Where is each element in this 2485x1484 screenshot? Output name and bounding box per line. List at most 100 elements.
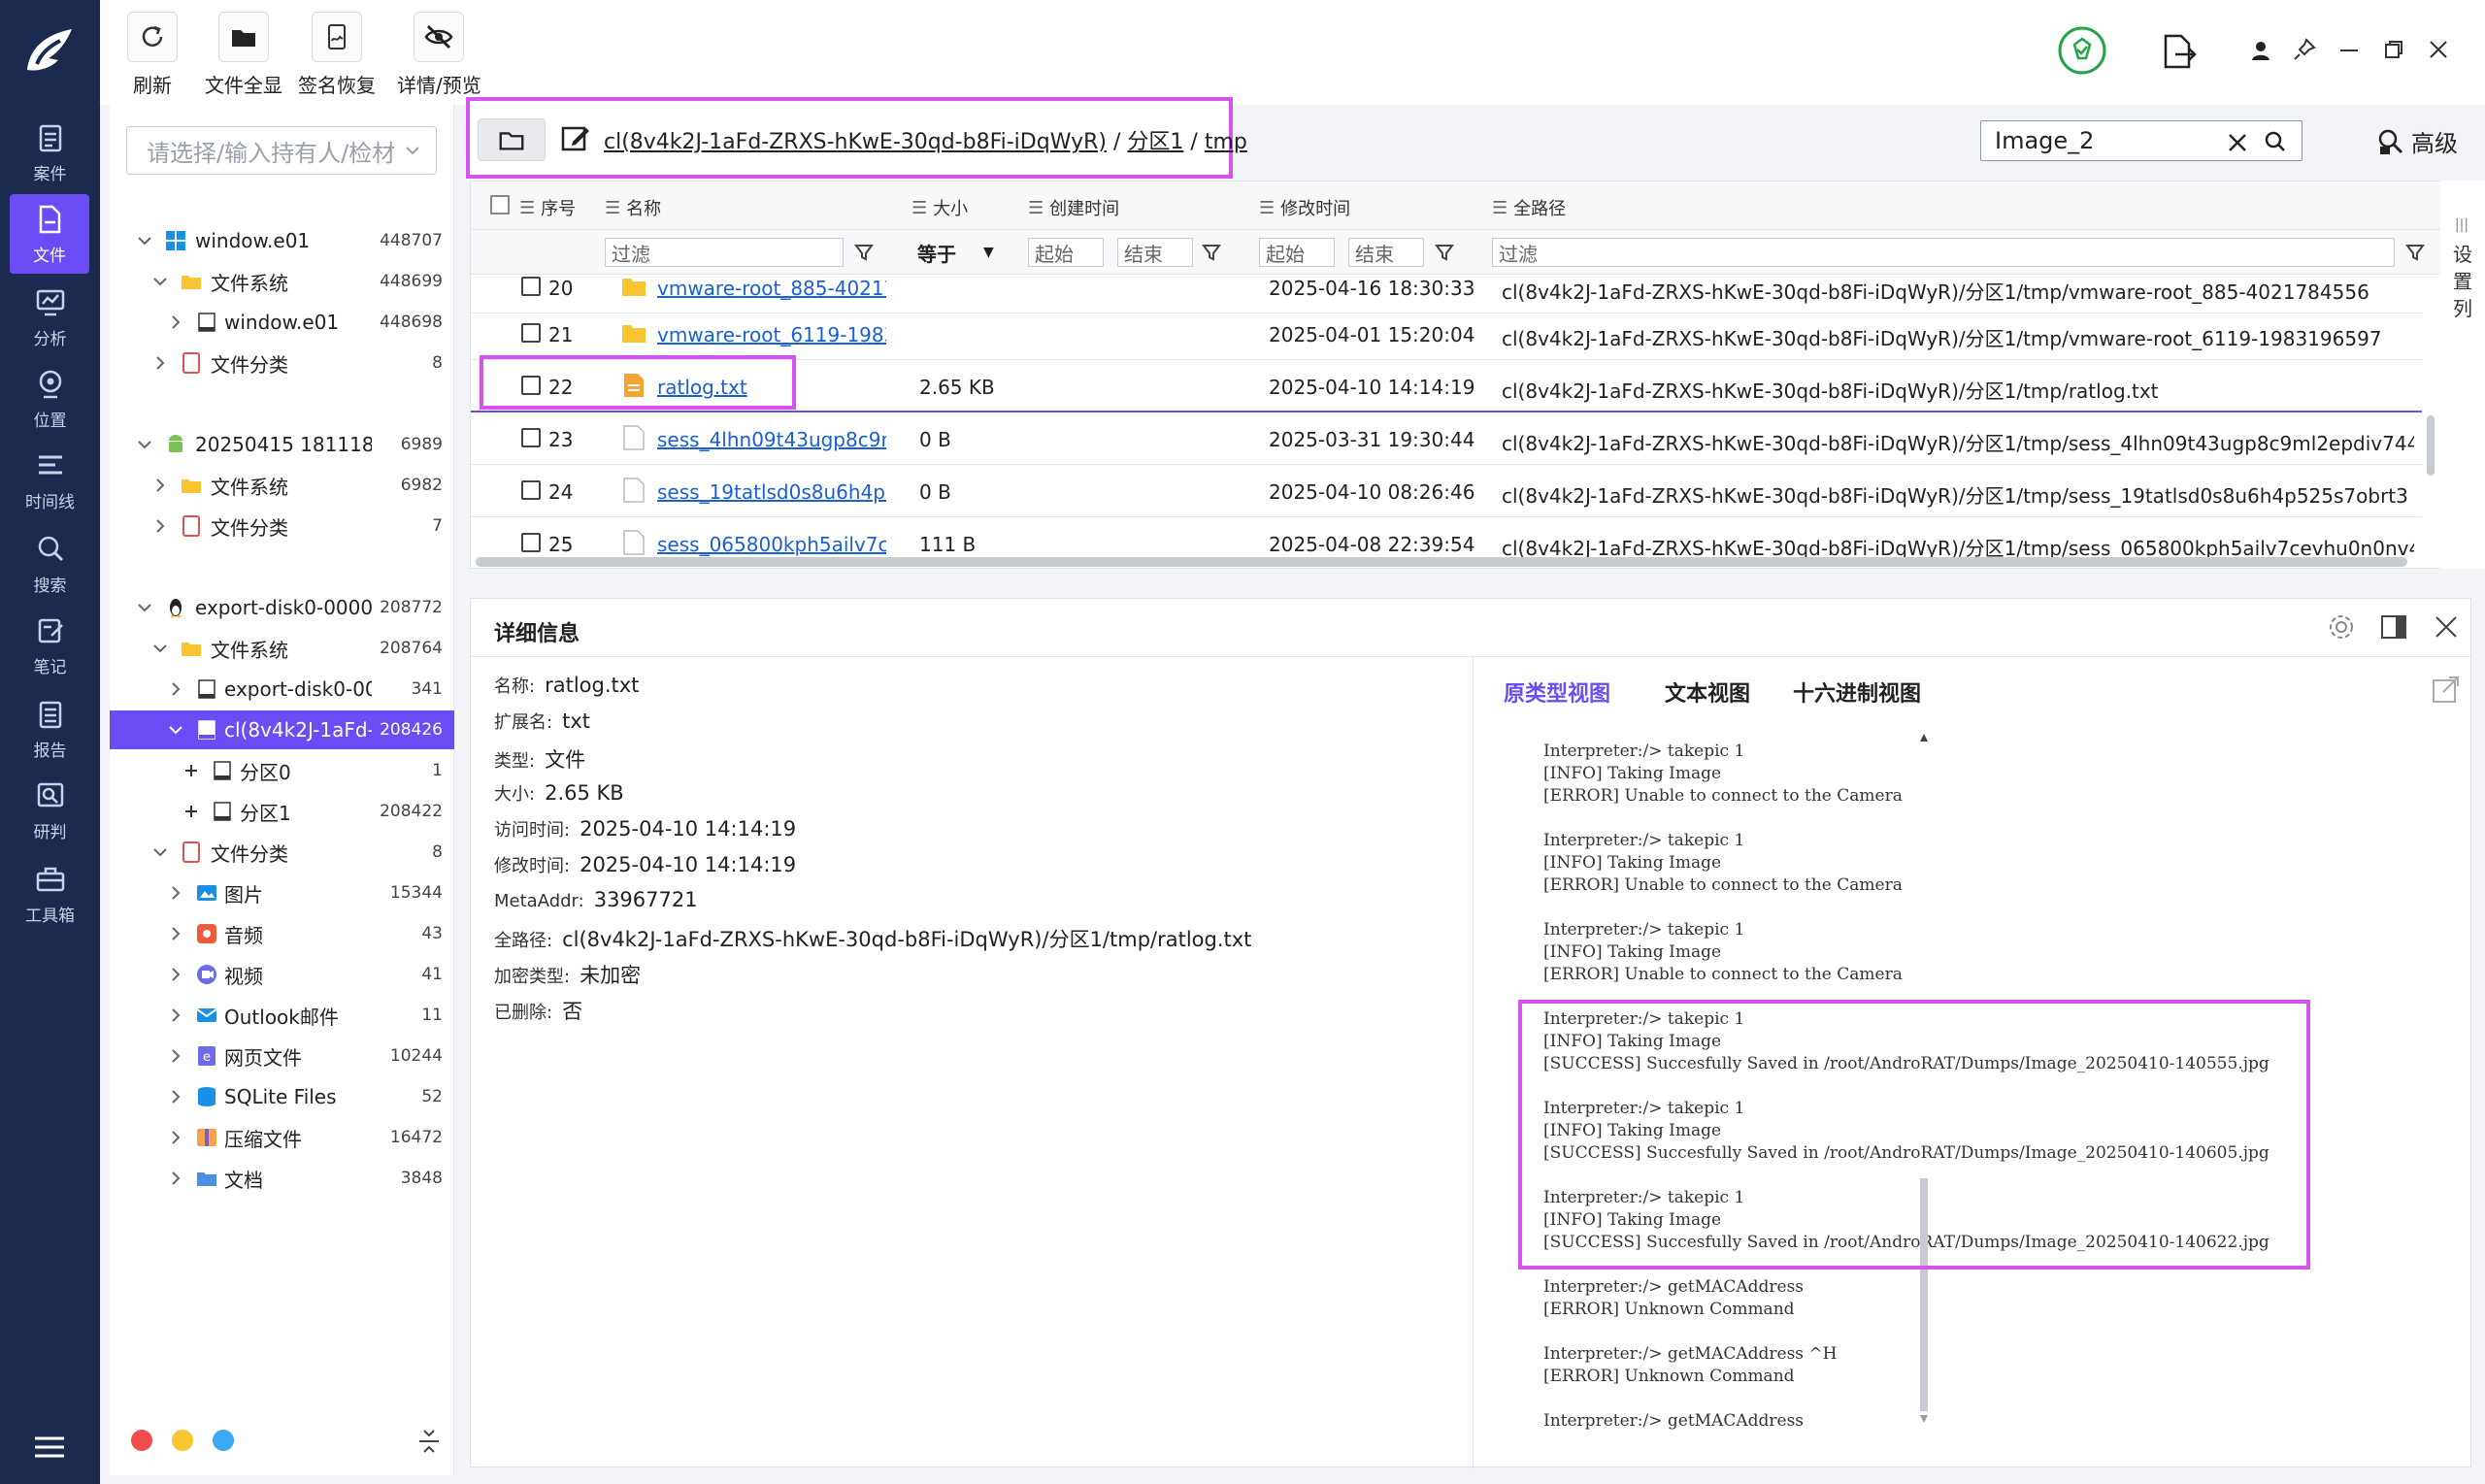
nav-item-notes[interactable]: 笔记 — [0, 606, 100, 685]
chevron-right-icon[interactable] — [168, 1007, 183, 1023]
minimize-icon[interactable] — [2338, 43, 2360, 58]
row-checkbox[interactable] — [521, 277, 541, 296]
filter-icon[interactable] — [1201, 242, 1222, 263]
filter-icon[interactable] — [1434, 242, 1455, 263]
breadcrumb-root[interactable]: cl(8v4k2J-1aFd-ZRXS-hKwE-30qd-b8Fi-iDqWy… — [604, 130, 1107, 154]
row-checkbox[interactable] — [521, 533, 541, 552]
tree-node[interactable]: 文件系统 208764 — [110, 629, 454, 668]
close-icon[interactable] — [2432, 612, 2461, 642]
path-folder-button[interactable] — [478, 118, 546, 161]
chevron-down-icon[interactable] — [137, 437, 152, 452]
row-name-link[interactable]: sess_19tatlsd0s8u6h4p525s — [657, 480, 886, 504]
nav-item-toolbox[interactable]: 工具箱 — [0, 854, 100, 934]
tree-node[interactable]: 文件分类 7 — [110, 507, 454, 545]
tree-node[interactable]: 分区1 208422 — [110, 792, 454, 831]
tree-node[interactable]: 文档 3848 — [110, 1159, 454, 1198]
nav-item-location[interactable]: 位置 — [0, 359, 100, 439]
signature-recovery-button[interactable]: 签名恢复 — [298, 12, 376, 98]
owner-select[interactable]: 请选择/输入持有人/检材 — [126, 126, 437, 175]
tree-node[interactable]: e 网页文件 10244 — [110, 1037, 454, 1075]
chevron-down-icon[interactable] — [168, 722, 183, 738]
split-view-icon[interactable] — [2379, 612, 2408, 642]
tree-node[interactable]: cl(8v4k2J-1aFd-... 208426 — [110, 710, 454, 749]
chevron-down-icon[interactable] — [137, 233, 152, 248]
tree-node[interactable]: window.e01 448707 — [110, 221, 454, 260]
chevron-down-icon[interactable] — [152, 274, 168, 289]
col-size[interactable]: ☰ 大小 — [911, 195, 968, 220]
tree-node[interactable]: 20250415 181118.zip 6989 — [110, 425, 454, 464]
menu-icon[interactable] — [33, 1435, 66, 1460]
breadcrumb-tmp[interactable]: tmp — [1205, 130, 1247, 154]
chevron-right-icon[interactable] — [168, 1089, 183, 1105]
table-row[interactable]: 24 sess_19tatlsd0s8u6h4p525s 0 B 2025-04-10… — [471, 465, 2422, 517]
col-seq[interactable]: ☰ 序号 — [519, 195, 576, 220]
tree-node[interactable]: 文件分类 8 — [110, 344, 454, 382]
table-vertical-scrollbar[interactable] — [2427, 415, 2435, 476]
search-input[interactable]: Image_2 — [1980, 120, 2303, 161]
restore-icon[interactable] — [2383, 39, 2404, 60]
chevron-right-icon[interactable] — [168, 1048, 183, 1064]
gear-icon[interactable] — [2327, 612, 2356, 642]
chevron-right-icon[interactable] — [168, 681, 183, 697]
tree-node[interactable]: window.e01 448698 — [110, 303, 454, 342]
red-dot[interactable] — [131, 1430, 152, 1451]
tree-node[interactable]: 分区0 1 — [110, 751, 454, 790]
nav-item-timeline[interactable]: 时间线 — [0, 441, 100, 520]
refresh-button[interactable]: 刷新 — [127, 12, 178, 98]
select-all-checkbox[interactable] — [490, 195, 510, 214]
chevron-right-icon[interactable] — [168, 926, 183, 941]
tree-node[interactable]: 压缩文件 16472 — [110, 1118, 454, 1157]
table-row[interactable]: 20 vmware-root_885-4021784 2025-04-16 18:3… — [471, 261, 2422, 313]
chevron-right-icon[interactable] — [168, 1171, 183, 1186]
user-icon[interactable] — [2249, 39, 2272, 62]
chevron-right-icon[interactable] — [152, 518, 168, 534]
blue-dot[interactable] — [213, 1430, 234, 1451]
filter-icon[interactable] — [2404, 242, 2426, 263]
pin-icon[interactable] — [2292, 37, 2317, 62]
chevron-right-icon[interactable] — [168, 314, 183, 330]
details-preview-button[interactable]: 详情/预览 — [397, 12, 481, 98]
chevron-right-icon[interactable] — [168, 967, 183, 982]
show-all-files-button[interactable]: 文件全显 — [205, 12, 282, 98]
tree-node[interactable]: 文件分类 8 — [110, 833, 454, 872]
tab-hex-view[interactable]: 十六进制视图 — [1793, 676, 1921, 708]
col-created[interactable]: ☰ 创建时间 — [1028, 195, 1119, 220]
set-columns-button[interactable]: ||| 设置列 — [2440, 181, 2485, 569]
chevron-down-icon[interactable] — [152, 844, 168, 860]
tab-native-view[interactable]: 原类型视图 — [1504, 676, 1610, 708]
nav-item-file[interactable]: 文件 — [10, 194, 89, 274]
export-file-icon[interactable] — [2162, 33, 2197, 70]
table-row[interactable]: 23 sess_4lhn09t43ugp8c9ml2e 0 B 2025-03-31 … — [471, 412, 2422, 465]
nav-item-search[interactable]: 搜索 — [0, 524, 100, 604]
tree-node[interactable]: Outlook邮件 11 — [110, 996, 454, 1035]
chevron-right-icon[interactable] — [152, 478, 168, 493]
expand-plus-icon[interactable] — [183, 804, 199, 819]
col-path[interactable]: ☰ 全路径 — [1492, 195, 1566, 220]
yellow-dot[interactable] — [172, 1430, 193, 1451]
nav-item-analysis[interactable]: 分析 — [0, 278, 100, 357]
col-name[interactable]: ☰ 名称 — [605, 195, 661, 220]
col-modified[interactable]: ☰ 修改时间 — [1259, 195, 1350, 220]
row-name-link[interactable]: sess_4lhn09t43ugp8c9ml2e — [657, 428, 886, 451]
tree-node[interactable]: SQLite Files 52 — [110, 1077, 454, 1116]
tree-node[interactable]: 文件系统 6982 — [110, 466, 454, 505]
chevron-right-icon[interactable] — [152, 355, 168, 371]
chevron-down-icon[interactable] — [152, 641, 168, 656]
chevron-right-icon[interactable] — [168, 885, 183, 901]
chevron-down-icon[interactable] — [137, 600, 152, 615]
table-row[interactable]: 21 vmware-root_6119-198319 2025-04-01 15:2… — [471, 308, 2422, 360]
tree-node[interactable]: export-disk0-00000... 208772 — [110, 588, 454, 627]
edit-path-icon[interactable] — [559, 122, 592, 155]
advanced-search-button[interactable]: 高级 — [2376, 124, 2458, 158]
chevron-right-icon[interactable] — [168, 1130, 183, 1145]
tree-node[interactable]: export-disk0-00000... 341 — [110, 670, 454, 709]
filter-icon[interactable] — [853, 242, 875, 263]
clear-search-icon[interactable] — [2228, 133, 2247, 152]
row-checkbox[interactable] — [521, 428, 541, 447]
tree-node[interactable]: 音频 43 — [110, 914, 454, 953]
row-name-link[interactable]: vmware-root_6119-198319 — [657, 323, 886, 346]
expand-plus-icon[interactable] — [183, 763, 199, 778]
collapse-all-icon[interactable] — [416, 1427, 442, 1456]
tree-node[interactable]: 文件系统 448699 — [110, 262, 454, 301]
search-icon[interactable] — [2265, 131, 2286, 152]
